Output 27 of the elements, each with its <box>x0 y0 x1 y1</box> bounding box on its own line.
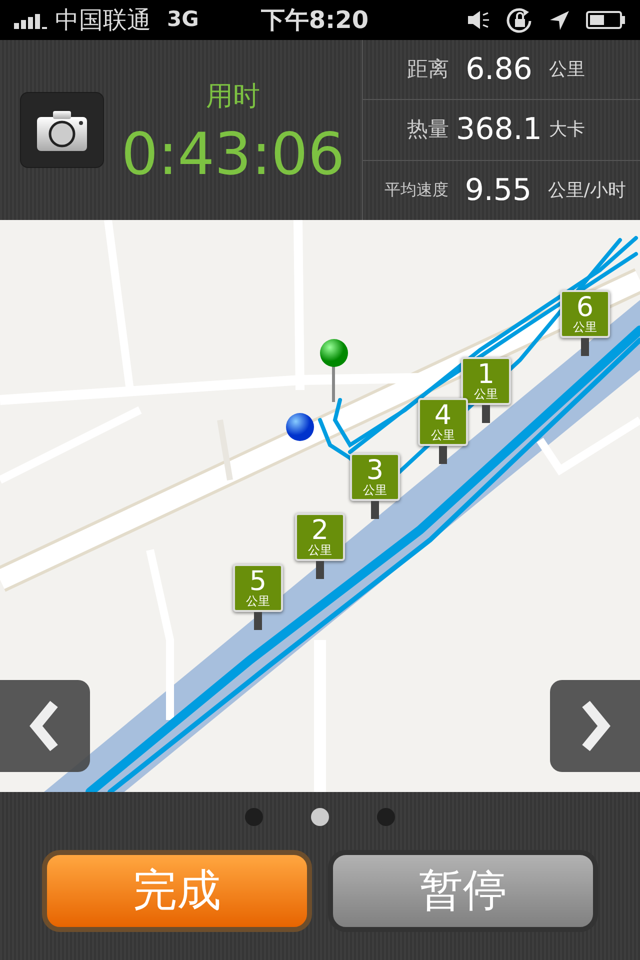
stat-value: 368.1 <box>455 111 543 150</box>
camera-icon <box>37 109 87 151</box>
network-type: 3G <box>167 6 199 34</box>
carrier-name: 中国联通 <box>55 5 151 36</box>
next-button[interactable] <box>550 680 640 772</box>
start-pin <box>319 338 349 402</box>
rotation-lock-icon <box>506 6 533 34</box>
speaker-icon <box>468 10 490 30</box>
finish-button[interactable]: 完成 <box>42 850 312 932</box>
location-arrow-icon <box>549 10 570 30</box>
stat-label: 热量 <box>406 116 449 144</box>
previous-button[interactable] <box>0 680 90 772</box>
pause-button[interactable]: 暂停 <box>328 850 598 932</box>
stat-label: 距离 <box>406 56 449 83</box>
location-dot <box>285 412 315 442</box>
status-time: 下午8:20 <box>260 5 369 36</box>
stat-label: 平均速度 <box>384 179 449 202</box>
elapsed-time: 0:43:06 <box>121 125 345 184</box>
stat-value: 9.55 <box>464 172 533 210</box>
camera-button[interactable] <box>20 92 104 168</box>
stat-unit: 大卡 <box>549 118 585 142</box>
elapsed-label: 用时 <box>206 80 260 114</box>
stat-unit: 公里/小时 <box>548 178 626 203</box>
battery-icon <box>586 11 626 29</box>
stat-value: 6.86 <box>464 51 534 90</box>
signal-icon <box>14 11 47 29</box>
stat-unit: 公里 <box>549 58 585 82</box>
